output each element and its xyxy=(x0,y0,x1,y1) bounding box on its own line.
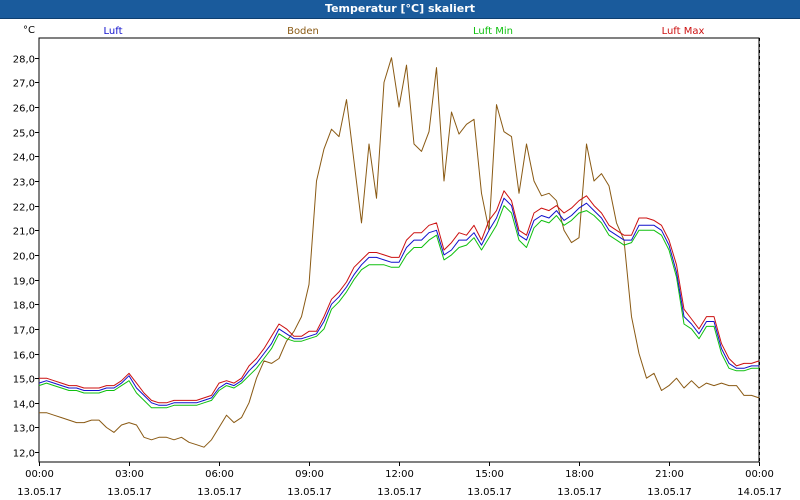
x-tick-date-label: 13.05.17 xyxy=(197,487,242,498)
chart-axes: °C xyxy=(23,25,760,463)
y-axis-unit: °C xyxy=(23,25,35,36)
x-tick-date-label: 13.05.17 xyxy=(467,487,512,498)
y-tick-label: 21,0 xyxy=(13,227,35,238)
x-tick-date-label: 13.05.17 xyxy=(557,487,602,498)
legend-entry-luft: Luft xyxy=(104,26,123,37)
x-tick-time-label: 15:00 xyxy=(475,469,504,480)
x-tick-time-label: 09:00 xyxy=(295,469,324,480)
y-tick-label: 18,0 xyxy=(13,301,35,312)
y-tick-label: 28,0 xyxy=(13,55,35,66)
y-tick-label: 22,0 xyxy=(13,203,35,214)
x-tick-date-label: 13.05.17 xyxy=(377,487,422,498)
legend-entry-luft-min: Luft Min xyxy=(473,26,513,37)
x-tick-time-label: 06:00 xyxy=(205,469,234,480)
y-tick-label: 12,0 xyxy=(13,449,35,460)
y-tick-label: 20,0 xyxy=(13,252,35,263)
title-bar: Temperatur [°C] skaliert xyxy=(0,0,800,19)
x-axis-ticks: 00:00 13.05.17 03:00 13.05.17 06:00 13.05.17 0… xyxy=(17,462,782,498)
x-tick-date-label: 14.05.17 xyxy=(737,487,782,498)
x-tick-time-label: 12:00 xyxy=(385,469,414,480)
chart-legend: Luft Boden Luft Min Luft Max xyxy=(104,26,705,37)
x-tick-date-label: 13.05.17 xyxy=(107,487,152,498)
y-tick-label: 16,0 xyxy=(13,351,35,362)
y-tick-label: 17,0 xyxy=(13,326,35,337)
y-axis-ticks: 12,0 13,0 14,0 15,0 16,0 17,0 18,0 19,0 20,0 21,0… xyxy=(13,55,39,460)
y-tick-label: 15,0 xyxy=(13,375,35,386)
y-tick-label: 24,0 xyxy=(13,153,35,164)
y-tick-label: 14,0 xyxy=(13,400,35,411)
window-title: Temperatur [°C] skaliert xyxy=(325,2,475,15)
legend-entry-boden: Boden xyxy=(287,26,319,37)
x-tick-date-label: 13.05.17 xyxy=(17,487,62,498)
x-tick-date-label: 13.05.17 xyxy=(647,487,692,498)
y-tick-label: 13,0 xyxy=(13,424,35,435)
y-tick-label: 25,0 xyxy=(13,129,35,140)
x-tick-time-label: 03:00 xyxy=(115,469,144,480)
legend-entry-luft-max: Luft Max xyxy=(662,26,705,37)
y-tick-label: 19,0 xyxy=(13,277,35,288)
x-tick-time-label: 00:00 xyxy=(745,469,774,480)
temperature-chart: °C 12,0 13,0 14,0 15,0 16,0 17,0 18,0 19,0 20,0 2… xyxy=(13,25,782,498)
x-tick-time-label: 00:00 xyxy=(25,469,54,480)
x-tick-time-label: 18:00 xyxy=(565,469,594,480)
y-tick-label: 23,0 xyxy=(13,178,35,189)
x-tick-time-label: 21:00 xyxy=(655,469,684,480)
x-tick-date-label: 13.05.17 xyxy=(287,487,332,498)
y-tick-label: 27,0 xyxy=(13,79,35,90)
y-tick-label: 26,0 xyxy=(13,104,35,115)
